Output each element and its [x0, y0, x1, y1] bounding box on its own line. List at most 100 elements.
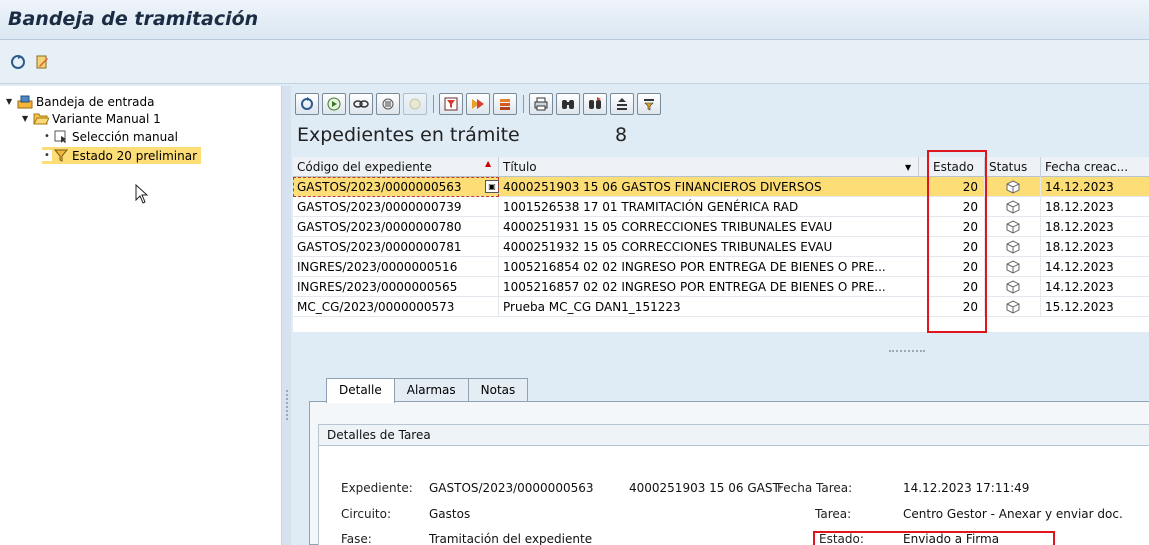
collapse-icon[interactable]: ▼ — [22, 114, 32, 123]
fase-label: Fase: — [341, 532, 372, 545]
cell-titulo: 4000251931 15 05 CORRECCIONES TRIBUNALES… — [499, 217, 929, 237]
block-icon[interactable] — [376, 93, 400, 115]
cell-fecha: 14.12.2023 — [1045, 280, 1114, 294]
navigation-tree: ▼ Bandeja de entrada ▼ Variante Manual 1… — [0, 86, 282, 545]
tab-alarmas[interactable]: Alarmas — [393, 378, 469, 402]
tree-node-estado-20[interactable]: • Estado 20 preliminar — [42, 147, 202, 164]
cell-focus-marker — [293, 177, 499, 197]
status-icon — [985, 217, 1041, 237]
tarea-label: Tarea: — [815, 507, 852, 521]
table-row[interactable]: GASTOS/2023/0000000563 4000251903 15 06 G… — [293, 177, 1149, 197]
cell-fecha: 14.12.2023 — [1045, 180, 1114, 194]
table-row[interactable]: MC_CG/2023/0000000573 Prueba MC_CG DAN1_1… — [293, 297, 1149, 317]
sort-ascending-icon[interactable] — [610, 93, 634, 115]
tree-label-estado-20: Estado 20 preliminar — [72, 148, 198, 163]
status-icon — [985, 277, 1041, 297]
collapse-icon[interactable]: ▼ — [6, 97, 16, 106]
cell-titulo: 4000251903 15 06 GASTOS FINANCIEROS DIVE… — [499, 177, 929, 197]
column-header-codigo[interactable]: Código del expediente — [293, 157, 499, 177]
edit-icon[interactable] — [34, 54, 50, 70]
table-row[interactable]: INGRES/2023/0000000565 1005216857 02 02 I… — [293, 277, 1149, 297]
pane-splitter[interactable] — [282, 86, 291, 545]
cell-codigo[interactable]: MC_CG/2023/0000000573 — [293, 297, 499, 317]
title-bar: Bandeja de tramitación — [0, 0, 1149, 40]
tree-node-bandeja[interactable]: ▼ Bandeja de entrada — [6, 93, 154, 110]
status-icon — [985, 297, 1041, 317]
filter-button-icon[interactable] — [637, 93, 661, 115]
find-next-icon[interactable] — [583, 93, 607, 115]
expediente-label: Expediente: — [341, 481, 413, 495]
column-filter-icon[interactable]: ▼ — [905, 163, 911, 172]
table-row[interactable]: GASTOS/2023/0000000739 1001526538 17 01 T… — [293, 197, 1149, 217]
cell-codigo[interactable]: INGRES/2023/0000000565 — [293, 277, 499, 297]
column-header-fecha[interactable]: Fecha creac... — [1041, 157, 1149, 177]
group-title: Detalles de Tarea — [318, 424, 1149, 446]
column-header-titulo[interactable]: Título — [499, 157, 919, 177]
cell-codigo[interactable]: GASTOS/2023/0000000739 — [293, 197, 499, 217]
chain-icon[interactable] — [349, 93, 373, 115]
cell-titulo: 4000251932 15 05 CORRECCIONES TRIBUNALES… — [499, 237, 929, 257]
tree-label-variant: Variante Manual 1 — [52, 111, 161, 126]
disabled-icon — [403, 93, 427, 115]
estado-highlight — [813, 531, 1055, 545]
find-icon[interactable] — [556, 93, 580, 115]
cell-estado: 20 — [929, 197, 985, 217]
status-icon — [985, 237, 1041, 257]
table-row[interactable]: INGRES/2023/0000000516 1005216854 02 02 I… — [293, 257, 1149, 277]
tarea-value: Centro Gestor - Anexar y enviar doc. — [903, 507, 1123, 521]
column-header-status[interactable]: Status — [985, 157, 1041, 177]
circuito-label: Circuito: — [341, 507, 392, 521]
tree-node-variant[interactable]: ▼ Variante Manual 1 — [22, 110, 161, 127]
cell-estado: 20 — [929, 177, 985, 197]
tab-notas[interactable]: Notas — [467, 378, 529, 402]
status-icon — [985, 257, 1041, 277]
cell-estado: 20 — [929, 217, 985, 237]
folder-open-icon — [32, 112, 50, 126]
table-row[interactable]: GASTOS/2023/0000000780 4000251931 15 05 C… — [293, 217, 1149, 237]
tree-node-seleccion[interactable]: • Selección manual — [42, 128, 178, 145]
tab-detalle[interactable]: Detalle — [326, 378, 395, 403]
status-icon — [985, 177, 1041, 197]
filter-icon — [52, 149, 70, 163]
list-title: Expedientes en trámite — [297, 124, 520, 146]
mouse-cursor-icon — [135, 183, 149, 207]
stack-icon[interactable] — [493, 93, 517, 115]
tab-panel-detalle: Detalles de Tarea Expediente: GASTOS/202… — [309, 401, 1149, 545]
cell-fecha: 18.12.2023 — [1045, 220, 1114, 234]
cell-codigo[interactable]: GASTOS/2023/0000000780 — [293, 217, 499, 237]
cell-codigo[interactable]: GASTOS/2023/0000000781 — [293, 237, 499, 257]
grid-resize-grip[interactable] — [889, 350, 925, 352]
print-icon[interactable] — [529, 93, 553, 115]
fase-value: Tramitación del expediente — [429, 532, 593, 545]
page-title: Bandeja de tramitación — [8, 8, 259, 30]
circuito-value: Gastos — [429, 507, 471, 521]
cell-estado: 20 — [929, 297, 985, 317]
filter-top-icon[interactable] — [439, 93, 463, 115]
cell-codigo[interactable]: INGRES/2023/0000000516 — [293, 257, 499, 277]
cell-fecha: 15.12.2023 — [1045, 300, 1114, 314]
refresh-grid-button[interactable] — [295, 93, 319, 115]
forward-icon[interactable] — [466, 93, 490, 115]
table-row[interactable]: GASTOS/2023/0000000781 4000251932 15 05 C… — [293, 237, 1149, 257]
tree-label-seleccion: Selección manual — [72, 129, 178, 144]
inbox-icon — [16, 95, 34, 109]
tree-label-bandeja: Bandeja de entrada — [36, 94, 155, 109]
cell-fecha: 18.12.2023 — [1045, 200, 1114, 214]
grid-toolbar — [295, 91, 664, 117]
application-toolbar — [0, 40, 1149, 84]
task-details: Expediente: GASTOS/2023/0000000563 40002… — [318, 446, 1149, 545]
splitter-grip[interactable] — [286, 390, 288, 420]
main-pane: Expedientes en trámite 8 Código del expe… — [291, 86, 1149, 545]
cell-titulo: 1005216854 02 02 INGRESO POR ENTREGA DE … — [499, 257, 929, 277]
execute-button[interactable] — [322, 93, 346, 115]
cell-estado: 20 — [929, 277, 985, 297]
cell-titulo: Prueba MC_CG DAN1_151223 — [499, 297, 929, 317]
cell-estado: 20 — [929, 257, 985, 277]
sort-indicator-icon: ▲ — [485, 159, 492, 168]
detail-tabs: Detalle Alarmas Notas — [326, 378, 529, 403]
cell-titulo: 1005216857 02 02 INGRESO POR ENTREGA DE … — [499, 277, 929, 297]
expediente-value: GASTOS/2023/0000000563 — [429, 481, 594, 495]
cell-estado: 20 — [929, 237, 985, 257]
column-header-estado[interactable]: Estado — [929, 157, 985, 177]
refresh-icon[interactable] — [10, 54, 26, 70]
